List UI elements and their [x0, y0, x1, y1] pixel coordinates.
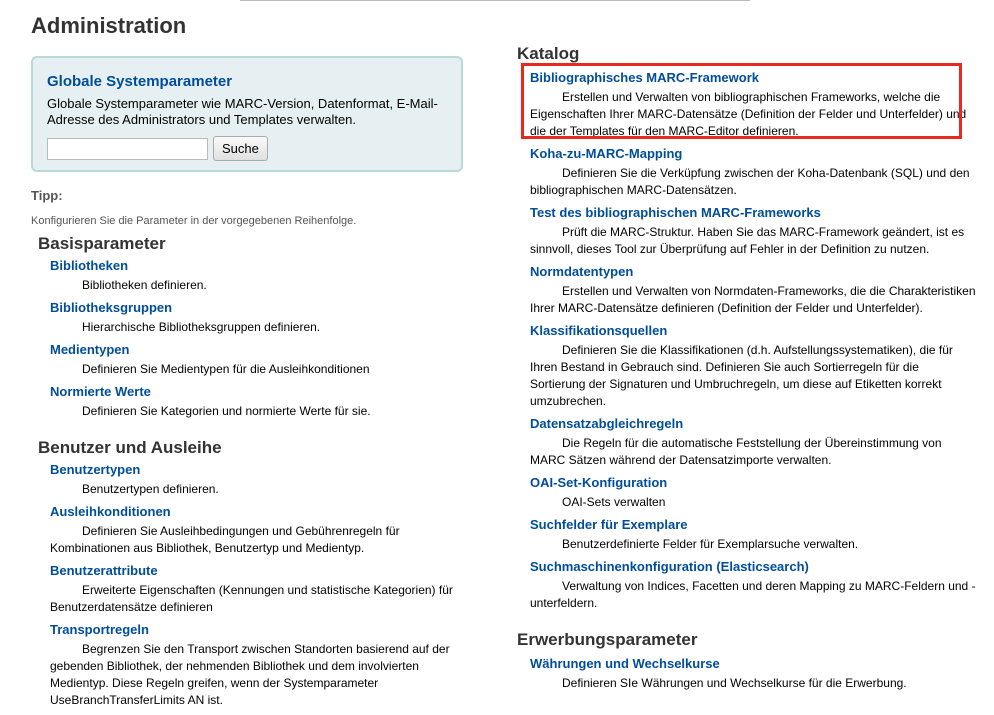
list-item: Transportregeln Begrenzen Sie den Transp… [50, 622, 471, 709]
patrons-circulation-heading: Benutzer und Ausleihe [38, 438, 222, 457]
transport-rules-link[interactable]: Transportregeln [50, 622, 471, 638]
list-item: Medientypen Definieren Sie Medientypen f… [50, 342, 471, 378]
oai-sets-link[interactable]: OAI-Set-Konfiguration [530, 475, 977, 491]
search-button[interactable]: Suche [213, 136, 268, 161]
right-column: Katalog Bibliographisches MARC-Framework… [517, 44, 977, 698]
list-item: Bibliographisches MARC-Framework Erstell… [530, 70, 977, 140]
authorized-values-link[interactable]: Normierte Werte [50, 384, 471, 400]
patron-attributes-link[interactable]: Benutzerattribute [50, 563, 471, 579]
item-description: Erstellen und Verwalten von bibliographi… [530, 90, 967, 138]
basic-parameters-section: Basisparameter Bibliotheken Bibliotheken… [31, 234, 471, 420]
system-preferences-box: Globale Systemparameter Globale Systempa… [31, 56, 463, 172]
list-item: Klassifikationsquellen Definieren Sie di… [530, 323, 977, 410]
system-preferences-search-input[interactable] [47, 137, 208, 160]
top-divider [240, 0, 750, 1]
system-preferences-search: Suche [47, 136, 447, 161]
item-types-link[interactable]: Medientypen [50, 342, 471, 358]
page-title: Administration [31, 13, 187, 38]
item-description: Die Regeln für die automatische Feststel… [530, 436, 942, 467]
acquisitions-heading: Erwerbungsparameter [517, 630, 698, 649]
list-item: Bibliotheksgruppen Hierarchische Bibliot… [50, 300, 471, 336]
item-description: Benutzertypen definieren. [82, 482, 219, 496]
patrons-circulation-section: Benutzer und Ausleihe Benutzertypen Benu… [31, 438, 471, 709]
item-description: Hierarchische Bibliotheksgruppen definie… [82, 320, 321, 334]
item-description: Definieren Sie die Verküpfung zwischen d… [530, 166, 970, 197]
item-description: Definieren Sie Medientypen für die Ausle… [82, 362, 370, 376]
list-item: Benutzerattribute Erweiterte Eigenschaft… [50, 563, 471, 616]
item-description: Definieren Sie die Klassifikationen (d.h… [530, 343, 953, 408]
system-preferences-description: Globale Systemparameter wie MARC-Version… [47, 96, 438, 127]
item-description: Definieren Sie Kategorien und normierte … [82, 404, 371, 418]
marc-framework-link[interactable]: Bibliographisches MARC-Framework [530, 70, 977, 86]
list-item: Suchmaschinenkonfiguration (Elasticsearc… [530, 559, 977, 612]
item-search-fields-link[interactable]: Suchfelder für Exemplare [530, 517, 977, 533]
patron-categories-link[interactable]: Benutzertypen [50, 462, 471, 478]
libraries-link[interactable]: Bibliotheken [50, 258, 471, 274]
item-description: OAI-Sets verwalten [562, 495, 666, 509]
authority-types-link[interactable]: Normdatentypen [530, 264, 977, 280]
system-preferences-title: Globale Systemparameter [47, 73, 233, 90]
list-item: Normierte Werte Definieren Sie Kategorie… [50, 384, 471, 420]
item-description: Erweiterte Eigenschaften (Kennungen und … [50, 583, 453, 614]
list-item: Ausleihkonditionen Definieren Sie Auslei… [50, 504, 471, 557]
library-groups-link[interactable]: Bibliotheksgruppen [50, 300, 471, 316]
list-item: Normdatentypen Erstellen und Verwalten v… [530, 264, 977, 317]
item-description: Bibliotheken definieren. [82, 278, 207, 292]
list-item: Test des bibliographischen MARC-Framewor… [530, 205, 977, 258]
list-item: OAI-Set-Konfiguration OAI-Sets verwalten [530, 475, 977, 511]
item-description: Begrenzen Sie den Transport zwischen Sta… [50, 642, 450, 707]
record-matching-rules-link[interactable]: Datensatzabgleichregeln [530, 416, 977, 432]
koha-to-marc-mapping-link[interactable]: Koha-zu-MARC-Mapping [530, 146, 977, 162]
list-item: Bibliotheken Bibliotheken definieren. [50, 258, 471, 294]
item-description: Erstellen und Verwalten von Normdaten-Fr… [530, 284, 976, 315]
item-description: Definieren SIe Währungen und Wechselkurs… [562, 676, 907, 690]
list-item: Suchfelder für Exemplare Benutzerdefinie… [530, 517, 977, 553]
currencies-link[interactable]: Währungen und Wechselkurse [530, 656, 977, 672]
marc-framework-test-link[interactable]: Test des bibliographischen MARC-Framewor… [530, 205, 977, 221]
item-description: Definieren Sie Ausleihbedingungen und Ge… [50, 524, 400, 555]
item-description: Benutzerdefinierte Felder für Exemplarsu… [562, 537, 859, 551]
tip-text: Konfigurieren Sie die Parameter in der v… [31, 215, 357, 227]
list-item: Datensatzabgleichregeln Die Regeln für d… [530, 416, 977, 469]
basic-parameters-heading: Basisparameter [38, 234, 166, 253]
left-column: Globale Systemparameter Globale Systempa… [31, 56, 471, 715]
circulation-rules-link[interactable]: Ausleihkonditionen [50, 504, 471, 520]
list-item: Währungen und Wechselkurse Definieren SI… [530, 656, 977, 692]
list-item: Benutzertypen Benutzertypen definieren. [50, 462, 471, 498]
catalog-heading: Katalog [517, 44, 580, 63]
item-description: Verwaltung von Indices, Facetten und der… [530, 579, 976, 610]
search-engine-config-link[interactable]: Suchmaschinenkonfiguration (Elasticsearc… [530, 559, 977, 575]
item-description: Prüft die MARC-Struktur. Haben Sie das M… [530, 225, 965, 256]
classification-sources-link[interactable]: Klassifikationsquellen [530, 323, 977, 339]
tip-heading: Tipp: [31, 188, 63, 203]
list-item: Koha-zu-MARC-Mapping Definieren Sie die … [530, 146, 977, 199]
